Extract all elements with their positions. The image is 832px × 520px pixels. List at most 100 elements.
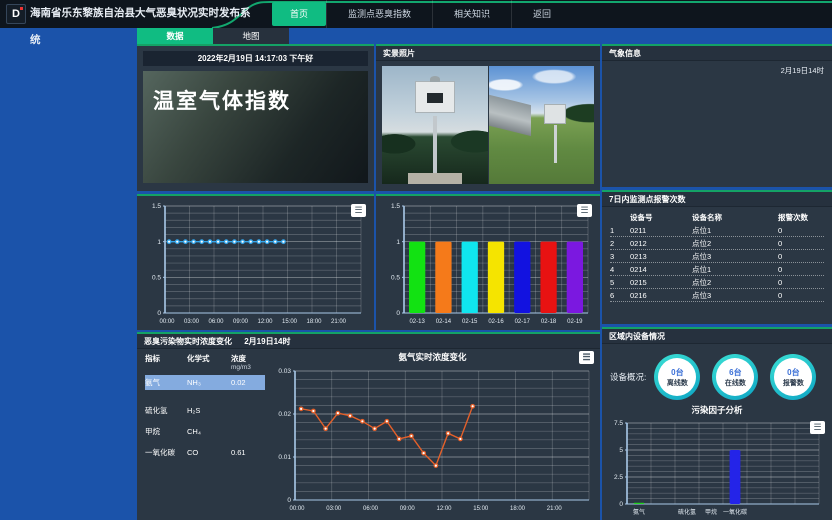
pollutant-name: 甲烷 (145, 424, 187, 439)
svg-text:0.02: 0.02 (278, 411, 291, 418)
pollutant-value (231, 424, 265, 439)
svg-text:03:00: 03:00 (184, 319, 200, 325)
table-row: 10211点位10 (610, 224, 824, 237)
nav-item-back[interactable]: 返回 (511, 0, 572, 28)
svg-text:1.5: 1.5 (391, 203, 400, 210)
panel-title: 恶臭污染物实时浓度变化 2月19日14时 (137, 334, 600, 349)
svg-text:09:00: 09:00 (400, 506, 416, 512)
svg-text:12:00: 12:00 (257, 319, 273, 325)
panel-odor-realtime: 恶臭污染物实时浓度变化 2月19日14时 指标 化学式 浓度 mg/m3 氨气 … (137, 332, 600, 520)
ammonia-chart-area: 氨气实时浓度变化 ☰ 00.010.020.0300:0003:0006:000… (265, 349, 600, 513)
pollutant-row-co[interactable]: 一氧化碳 CO 0.61 (145, 445, 265, 460)
offline-count-value: 0台 (671, 367, 683, 378)
panel-title: 7日内监测点报警次数 (602, 192, 832, 207)
pollutant-value: 0.61 (231, 445, 265, 460)
table-row: 30213点位30 (610, 250, 824, 263)
svg-text:1: 1 (157, 239, 161, 246)
pollutant-table-header: 指标 化学式 浓度 (145, 353, 265, 364)
chart-menu-icon[interactable]: ☰ (351, 204, 366, 217)
nav-item-odor-index[interactable]: 监测点恶臭指数 (326, 0, 432, 28)
panel-greenhouse-chart: 00.511.500:0003:0006:0009:0012:0015:0018… (137, 194, 374, 330)
ammonia-chart-title: 氨气实时浓度变化 (398, 352, 466, 362)
svg-text:0.5: 0.5 (152, 275, 161, 282)
app-logo: D (6, 4, 26, 24)
chart-menu-icon[interactable]: ☰ (810, 421, 825, 434)
pollutant-name: 一氧化碳 (145, 445, 187, 460)
svg-text:21:00: 21:00 (331, 319, 347, 325)
main-nav: 首页 监测点恶臭指数 相关知识 返回 (272, 0, 572, 28)
panel-daily-odor-chart: 00.511.502-1302-1402-1502-1602-1702-1802… (376, 194, 600, 330)
datetime-bar: 2022年2月19日 14:17:03 下午好 (143, 51, 368, 66)
table-row: 20212点位20 (610, 237, 824, 250)
panel-weather-info: 气象信息 2月19日14时 (602, 44, 832, 187)
panel-title: 区域内设备情况 (602, 329, 832, 344)
col-indicator: 指标 (145, 353, 187, 364)
svg-text:02-15: 02-15 (462, 319, 478, 325)
svg-text:0.03: 0.03 (278, 368, 291, 375)
svg-text:5: 5 (619, 447, 623, 454)
nav-item-home[interactable]: 首页 (272, 2, 326, 26)
table-row: 40214点位10 (610, 263, 824, 276)
svg-text:03:00: 03:00 (326, 506, 342, 512)
svg-text:06:00: 06:00 (208, 319, 224, 325)
field-road (489, 93, 531, 136)
chart-menu-icon[interactable]: ☰ (579, 351, 594, 364)
pollution-analysis-title: 污染因子分析 (602, 404, 832, 417)
station-cabinet (415, 81, 455, 113)
svg-text:06:00: 06:00 (363, 506, 379, 512)
odor-panel-title: 恶臭污染物实时浓度变化 (144, 337, 232, 346)
col-formula: 化学式 (187, 353, 231, 364)
pollutant-formula: CH₄ (187, 424, 231, 439)
alarm-count-circle: 0台 报警数 (770, 354, 816, 400)
svg-text:0: 0 (287, 497, 291, 504)
svg-text:0: 0 (396, 310, 400, 317)
pollutant-name: 硫化氢 (145, 403, 187, 418)
tab-map[interactable]: 地图 (213, 28, 289, 45)
station-screen (427, 93, 443, 103)
station-base (408, 173, 462, 184)
site-photo-2 (489, 66, 595, 184)
panel-title: 实景照片 (376, 46, 600, 61)
pollutant-row-ch4[interactable]: 甲烷 CH₄ (145, 424, 265, 439)
field-station-cabinet (544, 104, 566, 124)
alarm-table-header: 设备号 设备名称 报警次数 (610, 211, 824, 224)
station-pole (433, 116, 437, 180)
svg-text:0.01: 0.01 (278, 454, 291, 461)
online-count-label: 在线数 (725, 378, 746, 388)
svg-text:02-13: 02-13 (409, 319, 425, 325)
svg-text:02-16: 02-16 (488, 319, 504, 325)
panel-device-status: 区域内设备情况 设备概况: 0台 离线数 6台 在线数 0台 报警数 污染因子分… (602, 327, 832, 520)
pollutant-row-ammonia[interactable]: 氨气 NH₃ 0.02 (145, 375, 265, 390)
pollutant-formula: NH₃ (187, 375, 231, 390)
pollutant-name: 氨气 (145, 375, 187, 390)
pollutant-value: 0.02 (231, 375, 265, 390)
online-count-value: 6台 (729, 367, 741, 378)
device-overview: 设备概况: 0台 离线数 6台 在线数 0台 报警数 (610, 352, 826, 402)
offline-count-circle: 0台 离线数 (654, 354, 700, 400)
chart-menu-icon[interactable]: ☰ (577, 204, 592, 217)
tab-data[interactable]: 数据 (137, 28, 213, 45)
panel-photos: 实景照片 (376, 44, 600, 191)
col-device-no: 设备号 (630, 211, 692, 224)
svg-text:0: 0 (157, 310, 161, 317)
online-count-circle: 6台 在线数 (712, 354, 758, 400)
svg-text:15:00: 15:00 (473, 506, 489, 512)
view-tabs: 数据 地图 (137, 28, 289, 45)
nav-item-knowledge[interactable]: 相关知识 (432, 0, 511, 28)
table-row: 60216点位30 (610, 289, 824, 302)
svg-text:02-18: 02-18 (541, 319, 557, 325)
svg-text:09:00: 09:00 (233, 319, 249, 325)
pollutant-table: 指标 化学式 浓度 mg/m3 氨气 NH₃ 0.02 硫化氢 H₂S 甲烷 (137, 349, 265, 513)
panel-alarm-counts: 7日内监测点报警次数 设备号 设备名称 报警次数 10211点位1020212点… (602, 190, 832, 324)
svg-text:18:00: 18:00 (306, 319, 322, 325)
alarm-count-value: 0台 (787, 367, 799, 378)
svg-text:1: 1 (396, 239, 400, 246)
field-station-pole (554, 125, 557, 163)
svg-text:12:00: 12:00 (436, 506, 452, 512)
panel-greenhouse-index: 2022年2月19日 14:17:03 下午好 温室气体指数 (137, 44, 374, 191)
greenhouse-index-title: 温室气体指数 (143, 71, 368, 183)
svg-text:一氧化碳: 一氧化碳 (723, 508, 747, 516)
svg-text:21:00: 21:00 (547, 506, 563, 512)
svg-text:1.5: 1.5 (152, 203, 161, 210)
pollutant-row-h2s[interactable]: 硫化氢 H₂S (145, 403, 265, 418)
